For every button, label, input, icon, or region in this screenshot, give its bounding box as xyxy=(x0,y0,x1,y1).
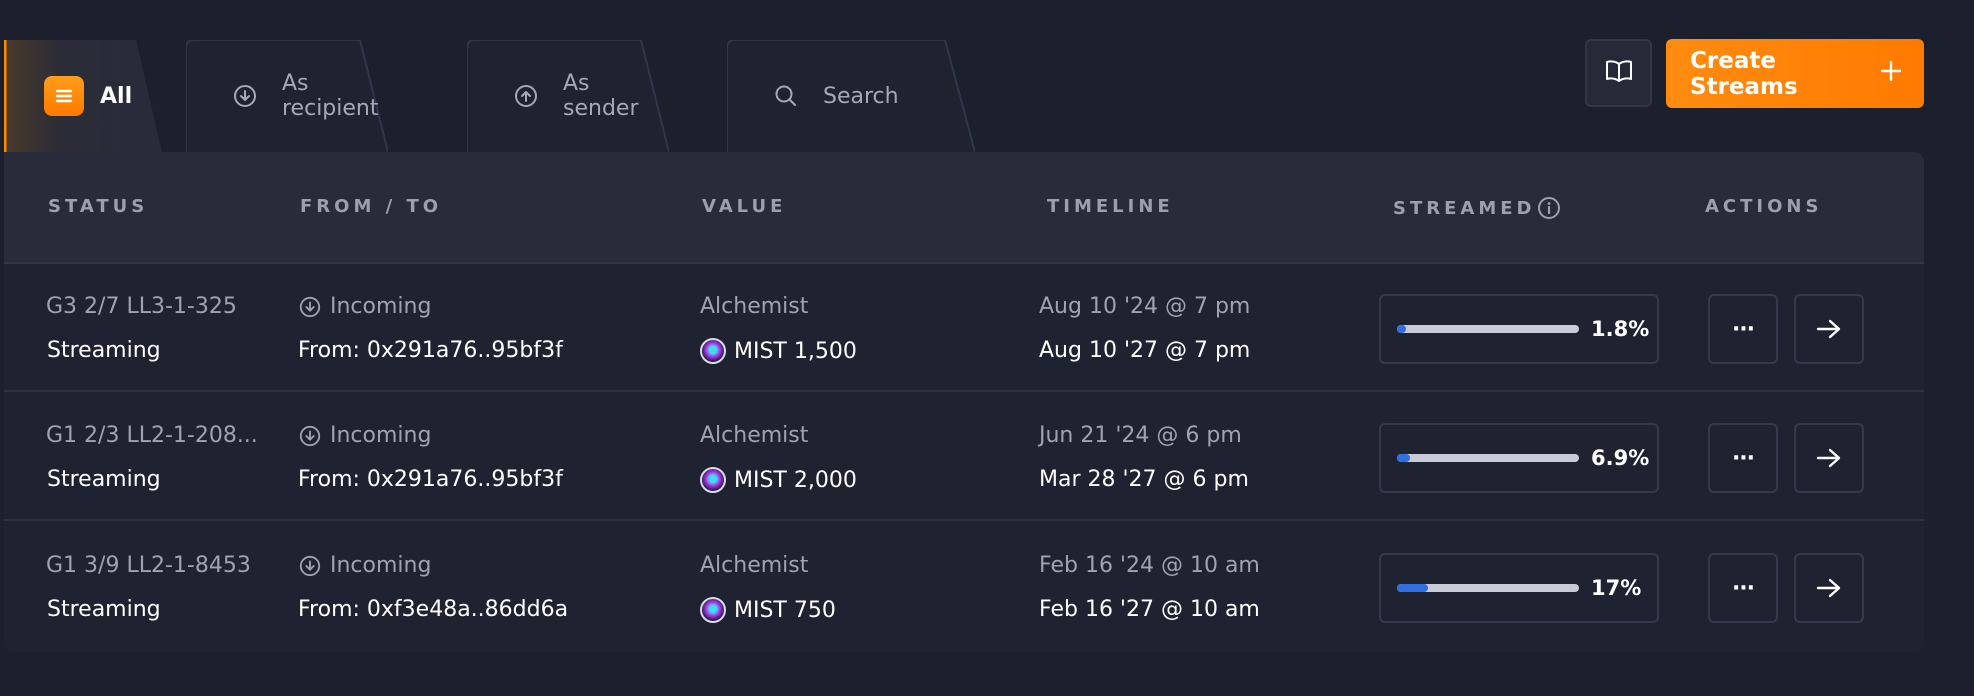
progress-fill xyxy=(1397,584,1428,592)
more-button[interactable]: ··· xyxy=(1708,423,1778,493)
from-address[interactable]: From: 0x291a76..95bf3f xyxy=(298,467,563,492)
plus-icon xyxy=(1880,60,1902,88)
tab-all[interactable]: All xyxy=(4,40,162,152)
streamed-progress: 1.8% xyxy=(1379,294,1659,364)
header-status: STATUS xyxy=(48,196,149,217)
open-stream-button[interactable] xyxy=(1794,423,1864,493)
tab-as-sender-label: As sender xyxy=(563,71,639,121)
tab-as-recipient-label: As recipient xyxy=(282,71,379,121)
more-dots-icon: ··· xyxy=(1731,445,1755,471)
more-button[interactable]: ··· xyxy=(1708,294,1778,364)
header-value: VALUE xyxy=(702,196,787,217)
amount-label: MIST 2,000 xyxy=(734,467,857,493)
arrow-down-circle-icon xyxy=(299,296,321,317)
token-amount: MIST 2,000 xyxy=(700,467,857,493)
open-stream-button[interactable] xyxy=(1794,294,1864,364)
progress-track xyxy=(1397,325,1579,333)
stream-status: Streaming xyxy=(47,467,161,492)
tab-as-recipient[interactable]: As recipient xyxy=(186,40,388,152)
tab-search-label: Search xyxy=(823,83,899,109)
stream-id: G3 2/7 LL3-1-325 xyxy=(46,294,237,319)
amount-label: MIST 750 xyxy=(734,597,836,623)
tab-search[interactable]: Search xyxy=(727,40,975,152)
arrow-right-icon xyxy=(1816,319,1841,339)
tab-as-sender[interactable]: As sender xyxy=(467,40,669,152)
tab-all-label: All xyxy=(100,83,133,109)
progress-fill xyxy=(1397,454,1410,462)
direction-label: Incoming xyxy=(330,423,432,448)
timeline-start: Jun 21 '24 @ 6 pm xyxy=(1039,423,1242,448)
create-streams-label: Create Streams xyxy=(1690,47,1798,100)
mist-token-icon xyxy=(700,597,726,623)
info-icon[interactable] xyxy=(1537,196,1561,220)
timeline-start: Feb 16 '24 @ 10 am xyxy=(1039,553,1260,578)
value-label: Alchemist xyxy=(700,294,809,319)
stream-status: Streaming xyxy=(47,338,161,363)
table-header: STATUS FROM / TO VALUE TIMELINE STREAMED… xyxy=(4,152,1924,264)
from-address[interactable]: From: 0xf3e48a..86dd6a xyxy=(298,597,568,622)
progress-track xyxy=(1397,584,1579,592)
arrow-right-icon xyxy=(1816,448,1841,468)
direction-label: Incoming xyxy=(330,553,432,578)
more-button[interactable]: ··· xyxy=(1708,553,1778,623)
token-amount: MIST 750 xyxy=(700,597,836,623)
amount-label: MIST 1,500 xyxy=(734,338,857,364)
table-row[interactable]: G3 2/7 LL3-1-325 Streaming Incoming From… xyxy=(4,264,1924,392)
arrow-down-circle-icon xyxy=(299,425,321,446)
stream-id: G1 2/3 LL2-1-208... xyxy=(46,423,258,448)
value-label: Alchemist xyxy=(700,423,809,448)
create-streams-button[interactable]: Create Streams xyxy=(1666,39,1924,108)
guide-button[interactable] xyxy=(1585,39,1652,107)
direction-label: Incoming xyxy=(330,294,432,319)
from-address[interactable]: From: 0x291a76..95bf3f xyxy=(298,338,563,363)
token-amount: MIST 1,500 xyxy=(700,338,857,364)
header-timeline: TIMELINE xyxy=(1047,196,1174,217)
table-row[interactable]: G1 2/3 LL2-1-208... Streaming Incoming F… xyxy=(4,393,1924,521)
header-streamed-label: STREAMED xyxy=(1393,197,1536,219)
arrow-up-circle-icon xyxy=(513,83,539,109)
streams-table: STATUS FROM / TO VALUE TIMELINE STREAMED… xyxy=(4,152,1924,652)
header-streamed: STREAMED xyxy=(1393,196,1561,220)
more-dots-icon: ··· xyxy=(1731,316,1755,342)
stream-status: Streaming xyxy=(47,597,161,622)
mist-token-icon xyxy=(700,338,726,364)
streamed-progress: 17% xyxy=(1379,553,1659,623)
mist-token-icon xyxy=(700,467,726,493)
arrow-right-icon xyxy=(1816,578,1841,598)
search-icon xyxy=(773,83,799,109)
more-dots-icon: ··· xyxy=(1731,575,1755,601)
value-label: Alchemist xyxy=(700,553,809,578)
progress-track xyxy=(1397,454,1579,462)
timeline-end: Feb 16 '27 @ 10 am xyxy=(1039,597,1260,622)
arrow-down-circle-icon xyxy=(299,555,321,576)
header-actions: ACTIONS xyxy=(1705,196,1823,217)
direction: Incoming xyxy=(298,553,431,578)
progress-fill xyxy=(1397,325,1407,333)
timeline-end: Mar 28 '27 @ 6 pm xyxy=(1039,467,1249,492)
streamed-progress: 6.9% xyxy=(1379,423,1659,493)
streamed-percent: 17% xyxy=(1591,576,1642,600)
direction: Incoming xyxy=(298,294,431,319)
direction: Incoming xyxy=(298,423,431,448)
timeline-start: Aug 10 '24 @ 7 pm xyxy=(1039,294,1251,319)
timeline-end: Aug 10 '27 @ 7 pm xyxy=(1039,338,1251,363)
list-icon xyxy=(44,76,84,116)
table-row[interactable]: G1 3/9 LL2-1-8453 Streaming Incoming Fro… xyxy=(4,523,1924,651)
streamed-percent: 6.9% xyxy=(1591,446,1650,470)
streamed-percent: 1.8% xyxy=(1591,317,1650,341)
header-from-to: FROM / TO xyxy=(300,196,443,217)
book-icon xyxy=(1605,59,1633,87)
stream-id: G1 3/9 LL2-1-8453 xyxy=(46,553,251,578)
filter-tabs: All As recipient As sender Search xyxy=(4,40,1004,152)
open-stream-button[interactable] xyxy=(1794,553,1864,623)
arrow-down-circle-icon xyxy=(232,83,258,109)
